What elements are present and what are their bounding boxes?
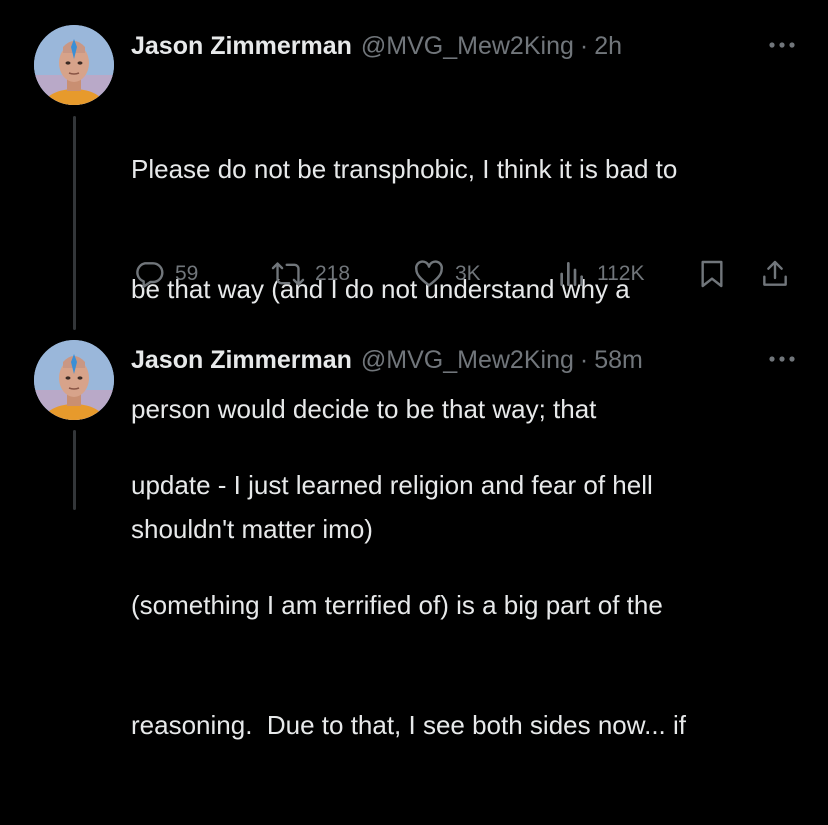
views-count: 112K xyxy=(597,262,645,285)
tweet-text-line: Please do not be transphobic, I think it… xyxy=(131,154,678,184)
more-dots-icon xyxy=(769,356,795,362)
share-button[interactable] xyxy=(759,252,791,296)
retweet-icon xyxy=(271,262,305,286)
separator-dot: · xyxy=(579,31,589,60)
share-icon xyxy=(763,260,787,286)
reply-icon xyxy=(136,262,164,288)
author-handle[interactable]: @MVG_Mew2King xyxy=(361,32,574,61)
views-icon xyxy=(560,262,583,286)
thread-line-bottom xyxy=(73,430,76,510)
separator-dot: · xyxy=(579,345,589,374)
author-name[interactable]: Jason Zimmerman xyxy=(131,346,352,375)
tweet-text: update - I just learned religion and fea… xyxy=(131,385,801,825)
views-button[interactable]: 112K xyxy=(555,252,645,296)
like-count: 3K xyxy=(455,262,481,285)
timestamp[interactable]: 58m xyxy=(594,346,643,375)
tweet-text-line: update - I just learned religion and fea… xyxy=(131,470,653,500)
retweet-count: 218 xyxy=(315,262,351,285)
avatar[interactable] xyxy=(34,25,114,105)
avatar-image xyxy=(34,340,114,420)
timestamp[interactable]: 2h xyxy=(594,32,622,61)
tweet-actions: 59 218 3K 112K xyxy=(131,252,796,296)
like-icon xyxy=(415,260,443,287)
bookmark-icon xyxy=(701,260,723,288)
reply-count: 59 xyxy=(175,262,199,285)
like-button[interactable]: 3K xyxy=(413,252,481,296)
more-button[interactable] xyxy=(762,349,802,369)
tweet-text-line: reasoning. Due to that, I see both sides… xyxy=(131,710,687,740)
author-handle[interactable]: @MVG_Mew2King xyxy=(361,346,574,375)
author-name[interactable]: Jason Zimmerman xyxy=(131,32,352,61)
more-dots-icon xyxy=(769,42,795,48)
thread-line xyxy=(73,116,76,330)
tweet-text-line: (something I am terrified of) is a big p… xyxy=(131,590,663,620)
reply-button[interactable]: 59 xyxy=(133,252,198,296)
tweet-header: Jason Zimmerman @MVG_Mew2King · 2h xyxy=(131,28,810,64)
retweet-button[interactable]: 218 xyxy=(271,252,350,296)
tweet-header: Jason Zimmerman @MVG_Mew2King · 58m xyxy=(131,342,810,378)
avatar-image xyxy=(34,25,114,105)
avatar[interactable] xyxy=(34,340,114,420)
bookmark-button[interactable] xyxy=(697,252,727,296)
more-button[interactable] xyxy=(762,35,802,55)
